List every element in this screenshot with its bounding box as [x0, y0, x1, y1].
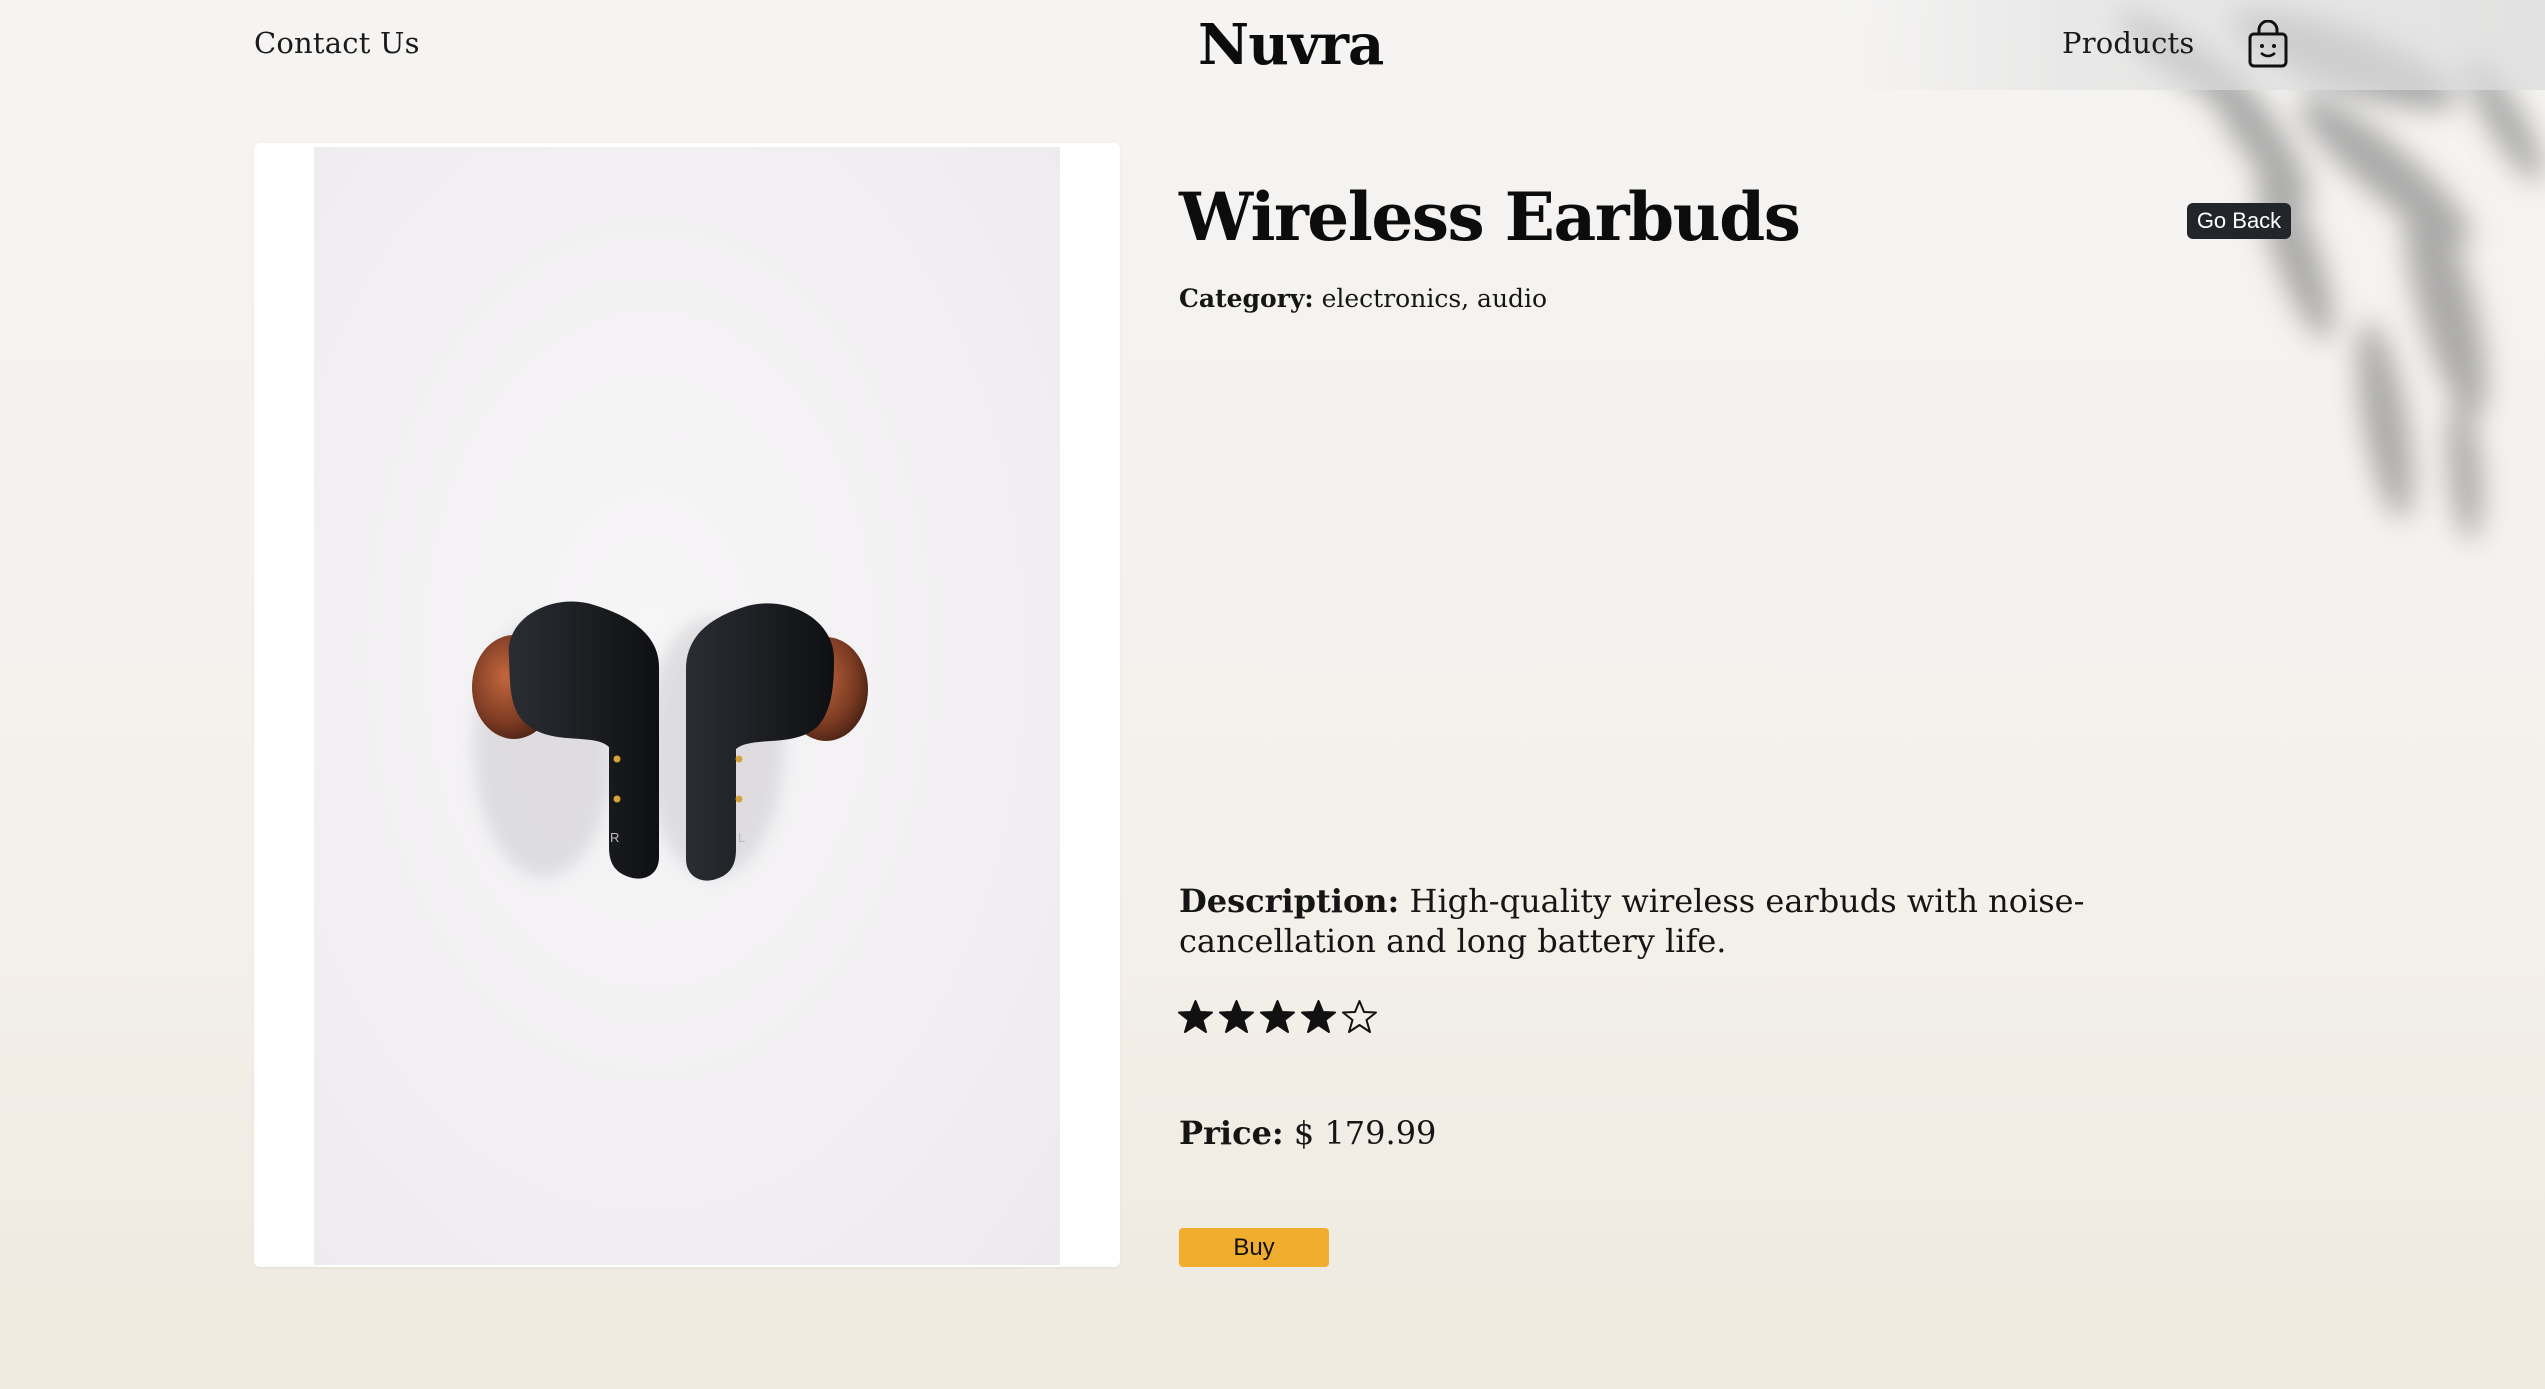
star-empty-icon [1342, 1000, 1377, 1033]
star-filled-icon [1260, 1000, 1295, 1033]
product-image-card: R L [254, 143, 1120, 1267]
description-label: Description: [1179, 882, 1400, 920]
shopping-bag-icon[interactable] [2245, 20, 2291, 70]
product-description: Description: High-quality wireless earbu… [1179, 881, 2119, 961]
price-label: Price: [1179, 1114, 1284, 1152]
category-value: electronics, audio [1321, 284, 1548, 313]
brand-logo[interactable]: Nuvra [1198, 12, 1384, 78]
earbuds-photo: R L [314, 147, 1060, 1265]
product-title: Wireless Earbuds [1179, 178, 1801, 256]
rating-stars [1178, 999, 1377, 1035]
leaf-shadow-decoration [2118, 10, 2544, 540]
category-label: Category: [1179, 284, 1314, 313]
go-back-button[interactable]: Go Back [2187, 203, 2291, 239]
site-header: Contact Us Nuvra Products [0, 0, 2545, 92]
star-filled-icon [1178, 1000, 1213, 1033]
svg-text:L: L [738, 830, 745, 845]
nav-products[interactable]: Products [2062, 26, 2194, 60]
svg-text:R: R [610, 830, 619, 845]
nav-contact-us[interactable]: Contact Us [254, 26, 420, 60]
price-value: $ 179.99 [1293, 1114, 1437, 1152]
star-filled-icon [1219, 1000, 1254, 1033]
star-filled-icon [1301, 1000, 1336, 1033]
buy-button[interactable]: Buy [1179, 1228, 1329, 1267]
product-price: Price: $ 179.99 [1179, 1114, 1436, 1152]
product-category: Category: electronics, audio [1179, 284, 1547, 313]
header-veil [1845, 0, 2545, 90]
